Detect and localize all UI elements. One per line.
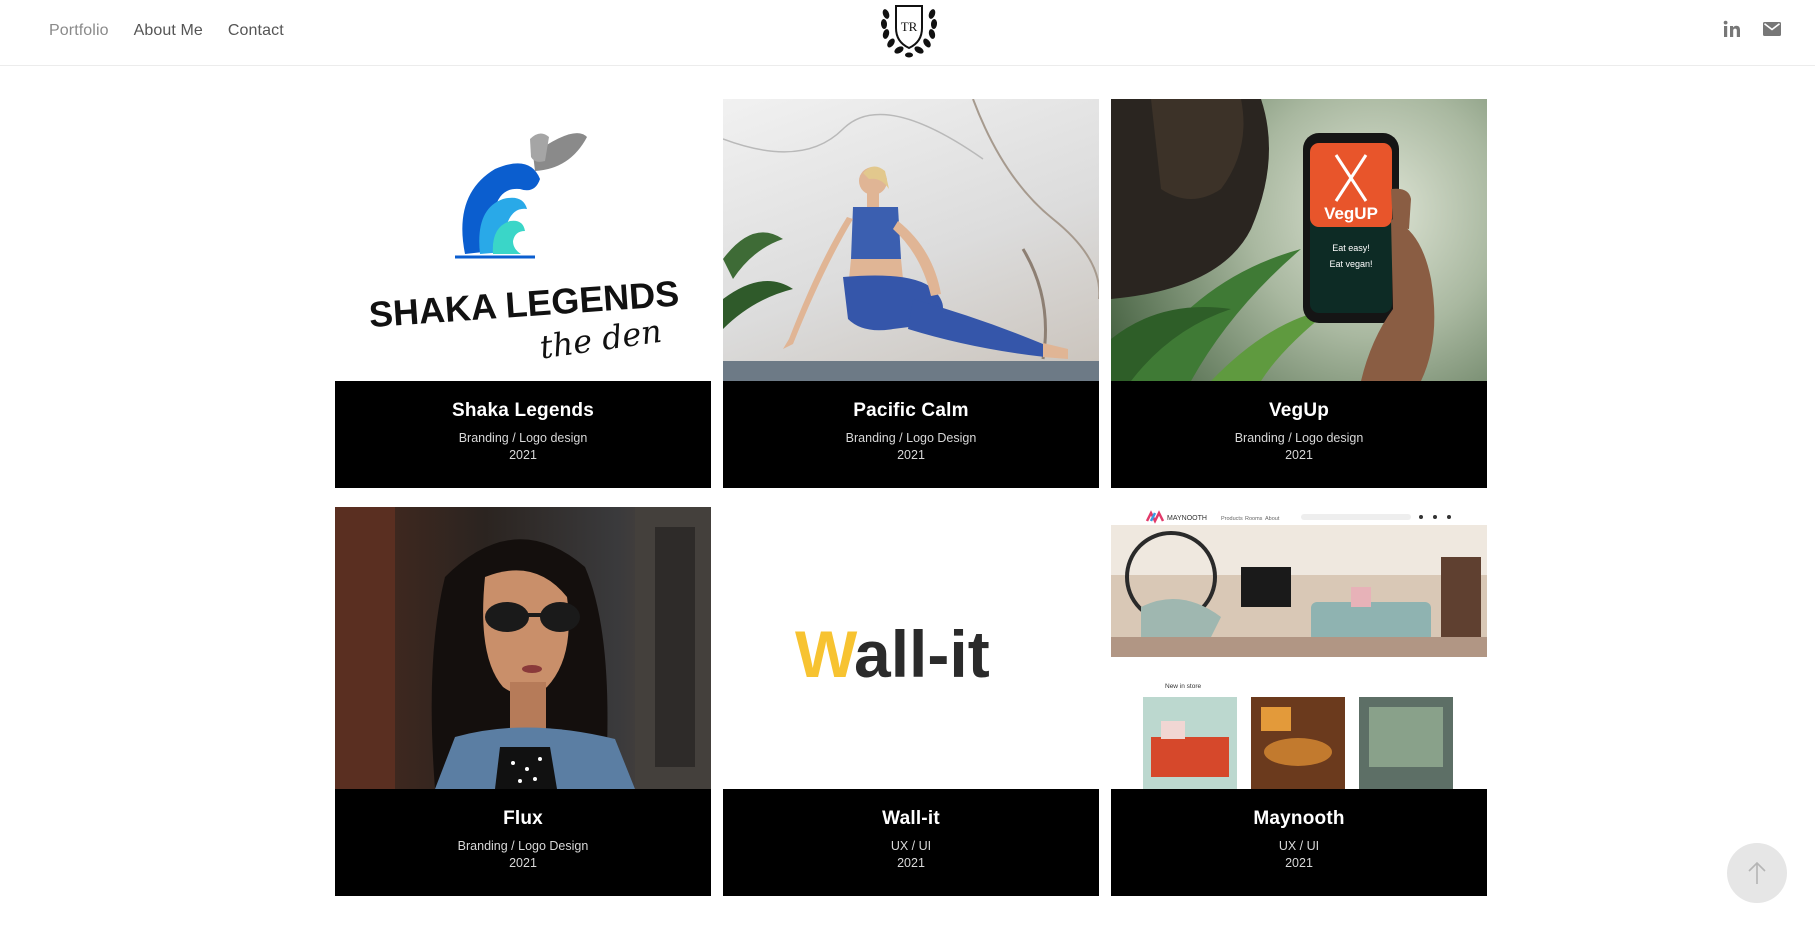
project-caption: Wall-it UX / UI 2021	[723, 789, 1099, 896]
nav-about-me[interactable]: About Me	[134, 22, 203, 40]
project-year: 2021	[509, 448, 537, 462]
project-year: 2021	[509, 856, 537, 870]
site-logo[interactable]: TR	[874, 0, 944, 62]
project-title[interactable]: Maynooth	[1111, 808, 1487, 830]
project-caption: Shaka Legends Branding / Logo design 202…	[335, 381, 711, 488]
svg-text:Products: Products	[1221, 516, 1243, 522]
yoga-pose-photo	[723, 99, 1099, 381]
project-card-vegup[interactable]: VegUP Eat easy! Eat vegan! VegUp Brandin…	[1111, 99, 1487, 488]
site-header: Portfolio About Me Contact TR	[0, 0, 1815, 66]
project-card-flux[interactable]: Flux Branding / Logo Design 2021	[335, 507, 711, 896]
project-card-maynooth[interactable]: MAYNOOTH Products Rooms About New in sto…	[1111, 507, 1487, 896]
crest-laurel-icon: TR	[880, 5, 938, 58]
project-category: Branding / Logo Design	[457, 839, 589, 853]
nav-portfolio[interactable]: Portfolio	[49, 22, 109, 40]
svg-text:W: W	[795, 617, 858, 691]
svg-text:Rooms: Rooms	[1245, 516, 1263, 522]
project-thumbnail[interactable]: W all-it	[723, 507, 1099, 789]
svg-text:Eat vegan!: Eat vegan!	[1329, 259, 1372, 269]
maynooth-website-mockup: MAYNOOTH Products Rooms About New in sto…	[1111, 510, 1487, 789]
project-thumbnail[interactable]: SHAKA LEGENDS the den	[335, 99, 711, 381]
project-title[interactable]: Shaka Legends	[335, 400, 711, 422]
main-nav: Portfolio About Me Contact	[49, 0, 284, 62]
project-year: 2021	[1285, 448, 1313, 462]
project-caption: Pacific Calm Branding / Logo Design 2021	[723, 381, 1099, 488]
portfolio-grid: SHAKA LEGENDS the den Shaka Legends Bran…	[335, 99, 1487, 896]
project-title[interactable]: Flux	[335, 808, 711, 830]
project-year: 2021	[897, 856, 925, 870]
svg-text:TR: TR	[901, 19, 918, 34]
mail-link[interactable]	[1761, 18, 1783, 40]
linkedin-link[interactable]	[1721, 18, 1743, 40]
svg-text:VegUP: VegUP	[1324, 204, 1378, 223]
project-year: 2021	[1285, 856, 1313, 870]
project-title[interactable]: Pacific Calm	[723, 400, 1099, 422]
project-category: UX / UI	[890, 839, 932, 853]
project-caption: Maynooth UX / UI 2021	[1111, 789, 1487, 896]
svg-text:New in store: New in store	[1165, 683, 1202, 690]
project-year: 2021	[897, 448, 925, 462]
project-caption: Flux Branding / Logo Design 2021	[335, 789, 711, 896]
project-thumbnail[interactable]	[335, 507, 711, 789]
mail-icon	[1763, 22, 1781, 36]
project-card-wall-it[interactable]: W all-it Wall-it UX / UI 2021	[723, 507, 1099, 896]
project-card-shaka-legends[interactable]: SHAKA LEGENDS the den Shaka Legends Bran…	[335, 99, 711, 488]
nav-contact[interactable]: Contact	[228, 22, 284, 40]
project-category: Branding / Logo design	[458, 431, 588, 445]
project-category: UX / UI	[1278, 839, 1320, 853]
linkedin-icon	[1723, 20, 1740, 37]
flux-portrait-photo	[335, 507, 711, 789]
back-to-top-button[interactable]	[1727, 843, 1787, 903]
shaka-legends-logo-image: SHAKA LEGENDS the den	[368, 133, 680, 367]
svg-text:About: About	[1265, 516, 1280, 522]
project-category: Branding / Logo design	[1234, 431, 1364, 445]
svg-text:Eat easy!: Eat easy!	[1332, 243, 1370, 253]
svg-text:MAYNOOTH: MAYNOOTH	[1167, 515, 1207, 522]
social-links	[1721, 18, 1783, 40]
project-title[interactable]: Wall-it	[723, 808, 1099, 830]
project-thumbnail[interactable]: MAYNOOTH Products Rooms About New in sto…	[1111, 507, 1487, 789]
project-card-pacific-calm[interactable]: Pacific Calm Branding / Logo Design 2021	[723, 99, 1099, 488]
project-thumbnail[interactable]	[723, 99, 1099, 381]
arrow-up-icon	[1748, 861, 1766, 884]
project-thumbnail[interactable]: VegUP Eat easy! Eat vegan!	[1111, 99, 1487, 381]
svg-text:all-it: all-it	[854, 617, 990, 691]
project-title[interactable]: VegUp	[1111, 400, 1487, 422]
vegup-phone-photo: VegUP Eat easy! Eat vegan!	[1111, 99, 1435, 381]
wall-it-logo-image: W all-it	[795, 617, 990, 691]
project-caption: VegUp Branding / Logo design 2021	[1111, 381, 1487, 488]
project-category: Branding / Logo Design	[845, 431, 977, 445]
